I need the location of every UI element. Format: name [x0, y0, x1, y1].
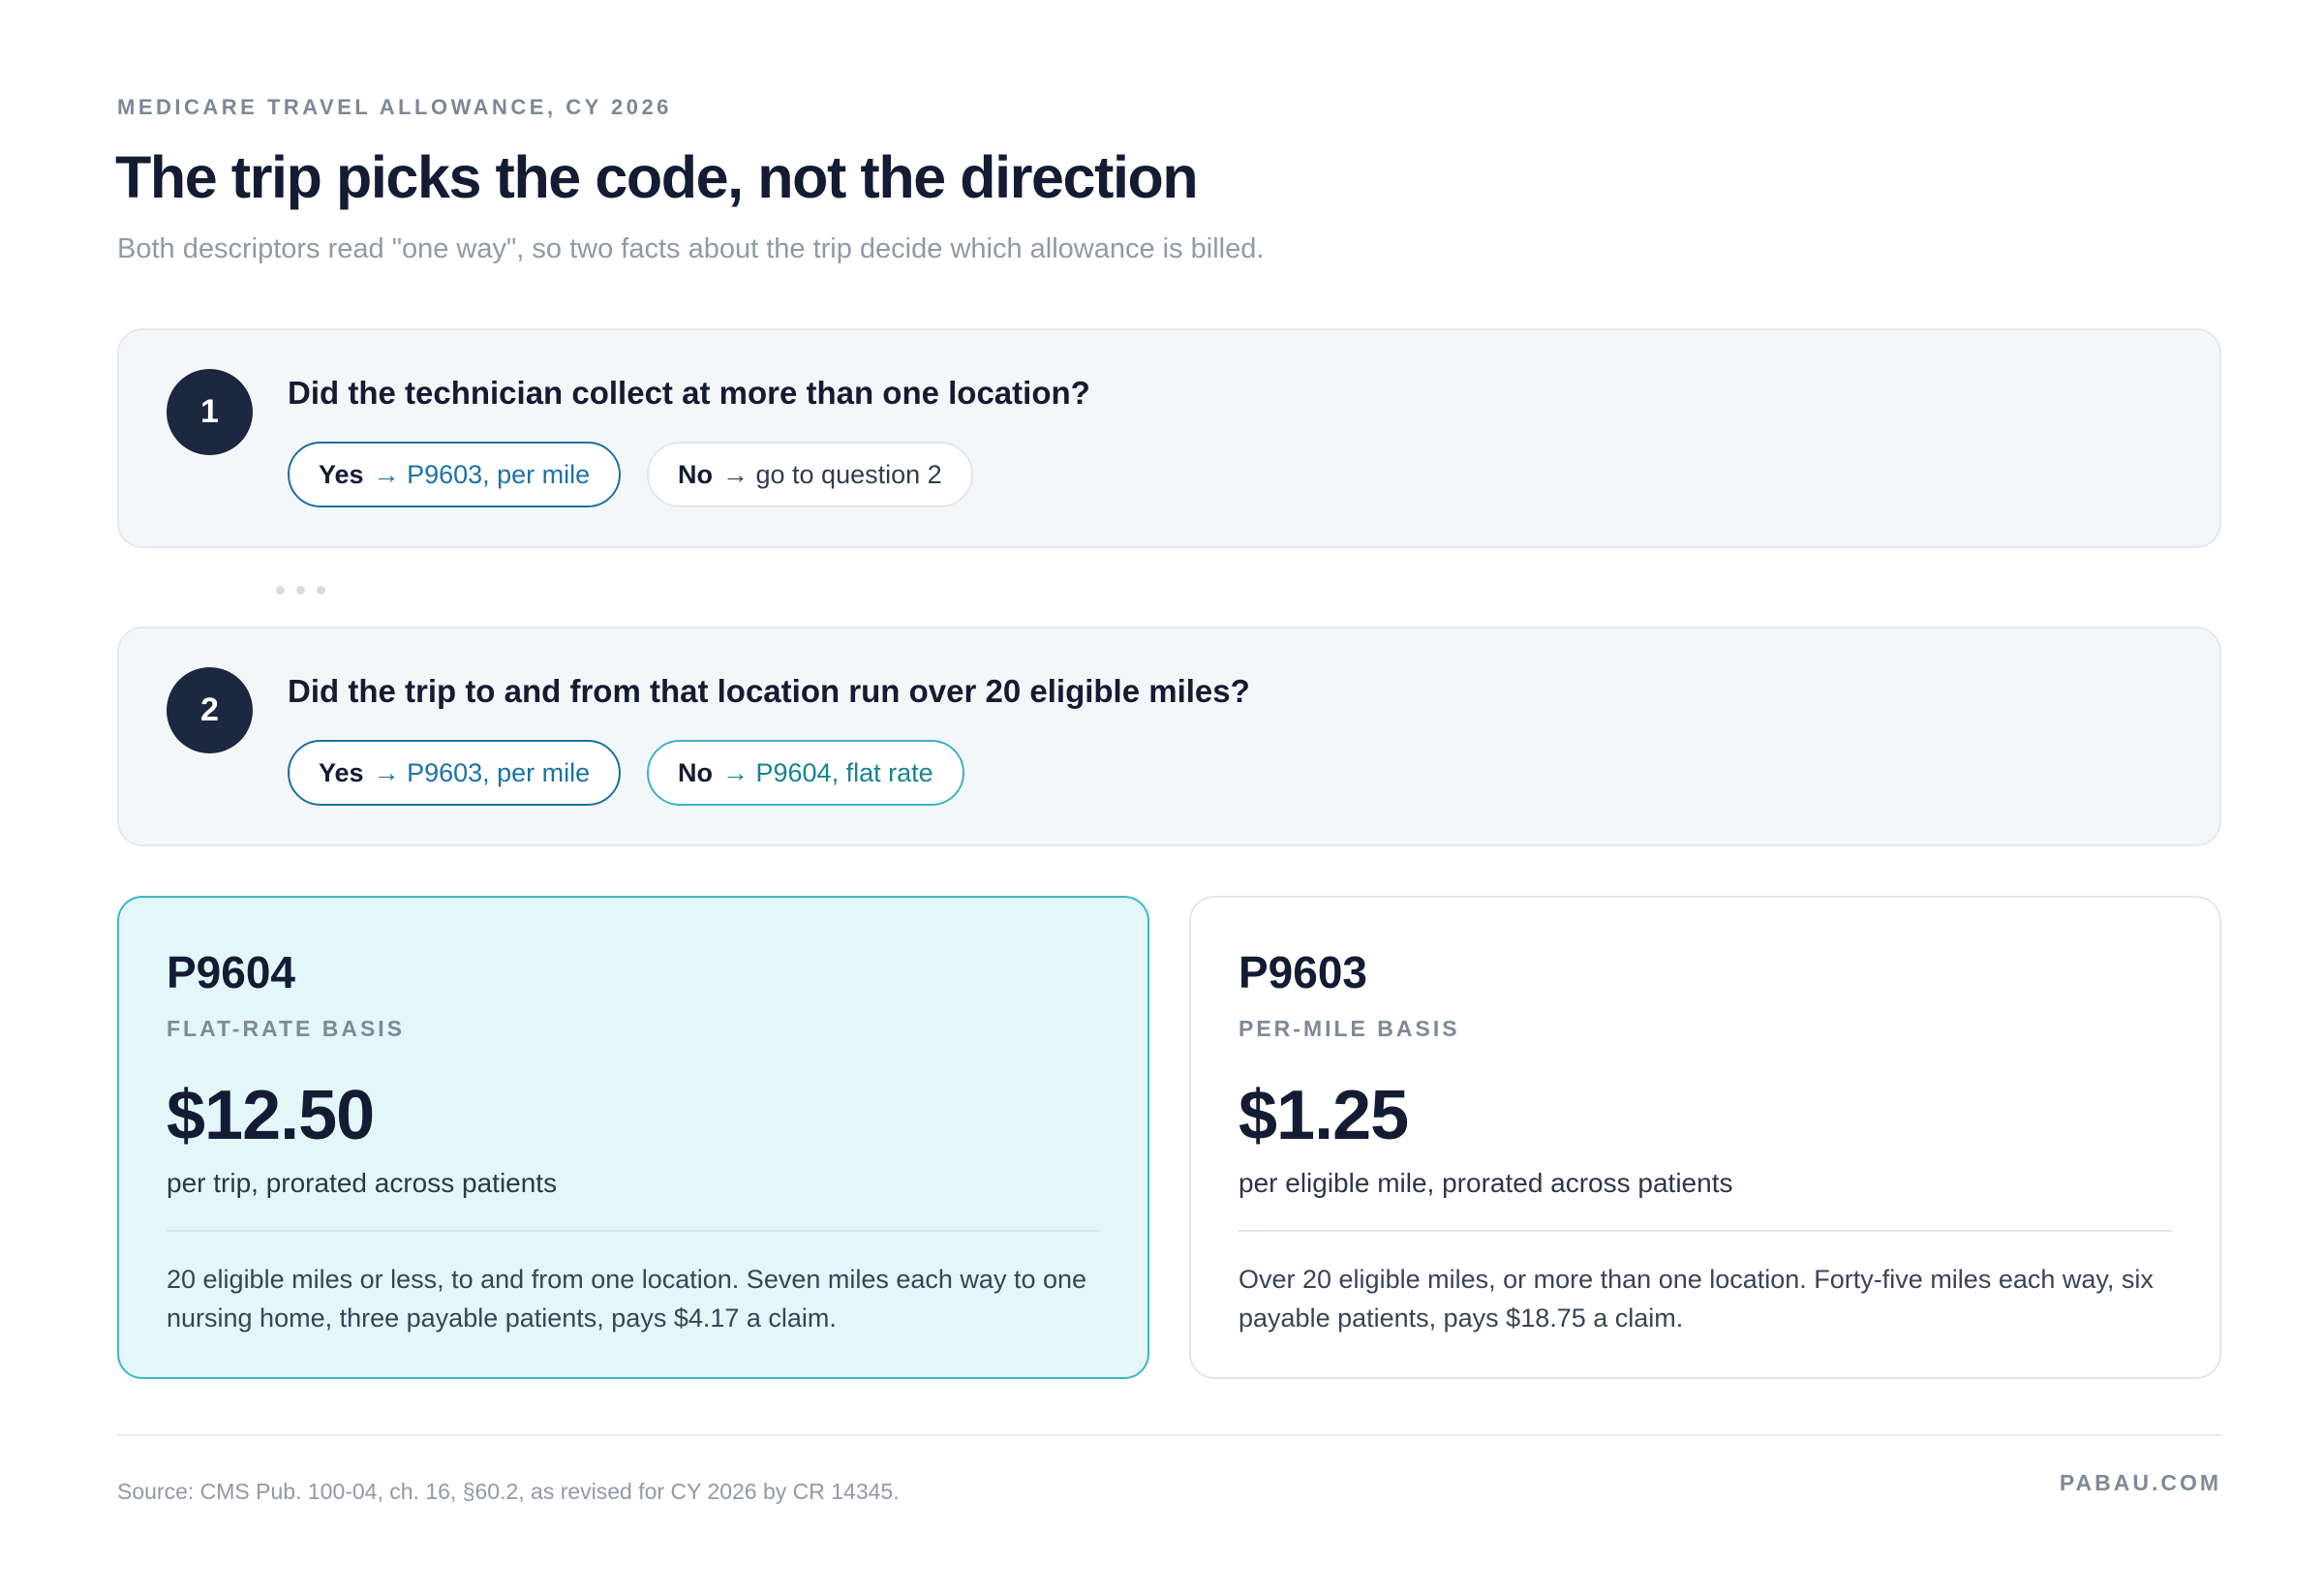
page-title: The trip picks the code, not the directi… [115, 144, 1199, 210]
answer-yes-pill[interactable]: Yes → P9603, per mile [288, 442, 622, 507]
rate-basis: PER-MILE BASIS [1238, 1016, 1460, 1041]
answer-outcome: → P9603, per mile [373, 757, 591, 787]
connector-dot [296, 586, 305, 595]
rate-card-p9603: P9603 PER-MILE BASIS $1.25 per eligible … [1189, 896, 2221, 1379]
page-subtitle: Both descriptors read "one way", so two … [117, 233, 1265, 264]
question-number-badge: 1 [167, 369, 253, 455]
connector-dots [276, 586, 325, 595]
answer-label: Yes [319, 459, 364, 489]
rate-code: P9603 [1238, 947, 1368, 997]
question-text: Did the trip to and from that location r… [288, 673, 1250, 709]
answer-outcome: → P9603, per mile [373, 459, 591, 489]
question-text: Did the technician collect at more than … [288, 375, 1090, 411]
divider [1238, 1230, 2172, 1232]
rate-unit: per trip, prorated across patients [167, 1168, 558, 1198]
rate-basis: FLAT-RATE BASIS [167, 1016, 406, 1041]
source-note: Source: CMS Pub. 100-04, ch. 16, §60.2, … [117, 1479, 900, 1504]
divider [167, 1230, 1100, 1232]
answer-outcome: → go to question 2 [722, 459, 942, 489]
answer-outcome: → P9604, flat rate [722, 757, 933, 787]
answer-label: No [678, 757, 713, 787]
rate-card-p9604: P9604 FLAT-RATE BASIS $12.50 per trip, p… [117, 896, 1149, 1379]
eyebrow: MEDICARE TRAVEL ALLOWANCE, CY 2026 [117, 95, 672, 119]
answer-no-pill[interactable]: No → P9604, flat rate [647, 740, 964, 806]
footer-divider [117, 1434, 2221, 1436]
rate-description: Over 20 eligible miles, or more than one… [1238, 1265, 2154, 1333]
answer-label: Yes [319, 757, 364, 787]
question-card-1: 1 Did the technician collect at more tha… [117, 328, 2221, 548]
rate-price: $1.25 [1238, 1077, 1409, 1154]
question-card-2: 2 Did the trip to and from that location… [117, 627, 2221, 846]
answer-no-pill[interactable]: No → go to question 2 [647, 442, 973, 507]
rate-description: 20 eligible miles or less, to and from o… [167, 1265, 1087, 1333]
brand-logo[interactable]: PABAU.COM [2060, 1470, 2221, 1496]
rate-price: $12.50 [167, 1077, 375, 1154]
rate-code: P9604 [167, 947, 296, 997]
answer-yes-pill[interactable]: Yes → P9603, per mile [288, 740, 622, 806]
connector-dot [276, 586, 285, 595]
question-number-badge: 2 [167, 667, 253, 753]
connector-dot [317, 586, 325, 595]
rate-unit: per eligible mile, prorated across patie… [1238, 1168, 1733, 1198]
answer-label: No [678, 459, 713, 489]
